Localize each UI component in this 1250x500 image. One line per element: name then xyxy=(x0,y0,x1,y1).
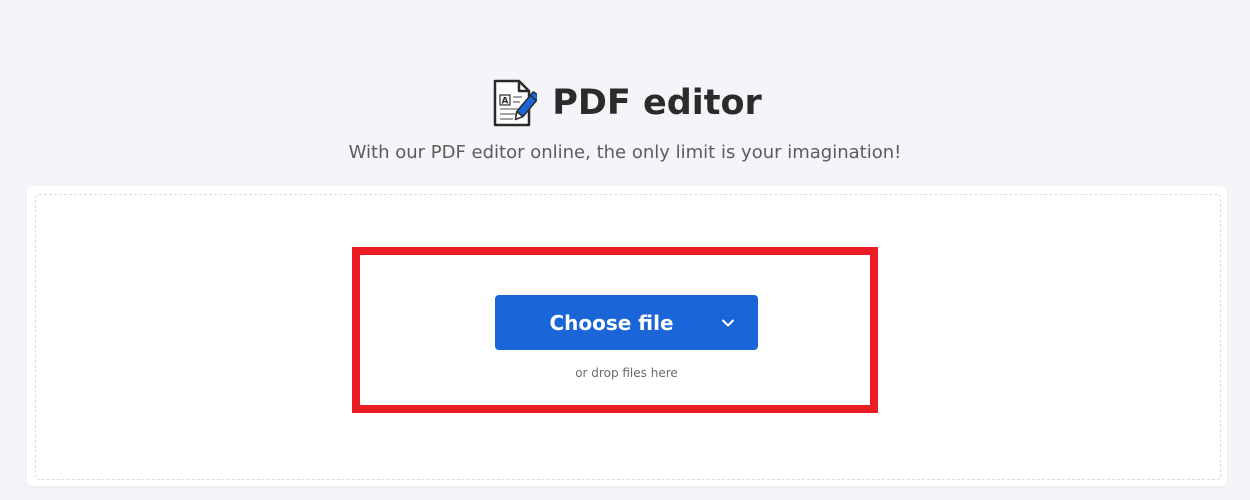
drop-files-hint: or drop files here xyxy=(575,366,678,380)
page-title: PDF editor xyxy=(552,83,762,123)
pdf-edit-document-icon: A xyxy=(488,78,538,128)
svg-text:A: A xyxy=(502,97,509,107)
choose-file-label: Choose file xyxy=(549,310,674,335)
choose-file-button[interactable]: Choose file xyxy=(495,295,758,350)
chevron-down-icon[interactable] xyxy=(698,295,758,350)
page-subtitle: With our PDF editor online, the only lim… xyxy=(348,142,902,163)
page-header: A PDF editor xyxy=(0,78,1250,128)
page: A PDF editor With our PDF editor online,… xyxy=(0,0,1250,500)
